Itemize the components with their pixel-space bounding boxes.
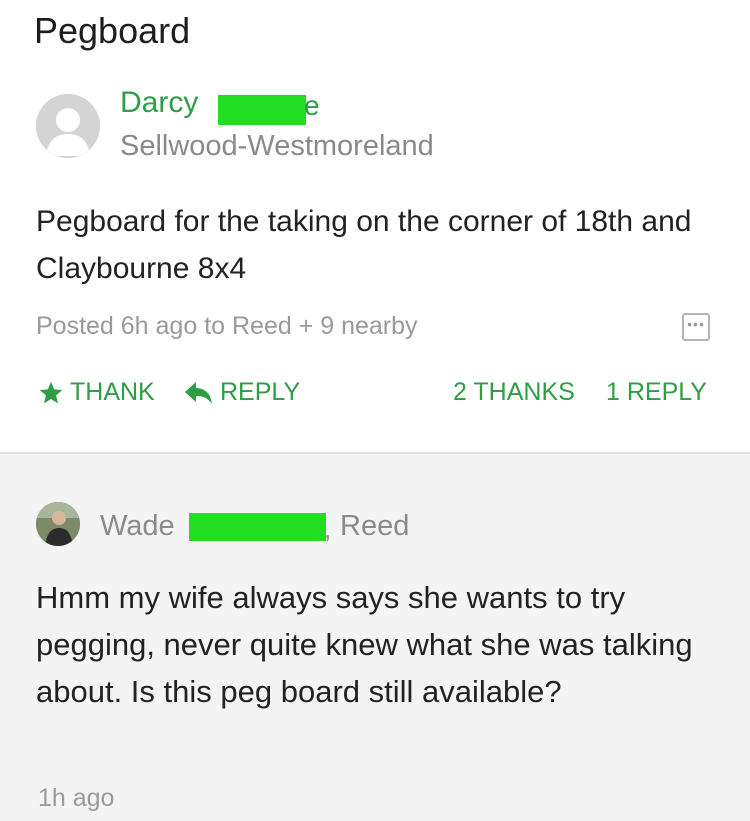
post-actions: THANK REPLY 2 THANKS 1 REPLY	[0, 378, 750, 418]
page-title: Pegboard	[34, 10, 191, 51]
reply-author-separator: ,	[324, 514, 332, 544]
post-author-name[interactable]: Darcy	[120, 86, 198, 120]
reply-card: Wade , Reed Hmm my wife always says she …	[0, 454, 750, 821]
post-neighborhood[interactable]: Sellwood-Westmoreland	[120, 130, 434, 163]
reply-body: Hmm my wife always says she wants to try…	[36, 580, 693, 709]
default-user-icon	[36, 94, 100, 158]
reply-timestamp: 1h ago	[38, 784, 115, 812]
more-options-button[interactable]: •••	[682, 313, 710, 341]
star-icon	[39, 381, 63, 403]
thank-button[interactable]: THANK	[38, 378, 155, 407]
author-avatar[interactable]	[36, 94, 100, 158]
user-photo-icon	[36, 502, 80, 546]
ellipsis-icon: •••	[687, 316, 705, 332]
thank-label: THANK	[70, 378, 155, 406]
replies-count-link[interactable]: 1 REPLY	[606, 378, 707, 407]
post-card: Pegboard Darcy e Sellwood-Westmoreland P…	[0, 0, 750, 452]
post-meta: Posted 6h ago to Reed + 9 nearby	[36, 312, 418, 340]
post-author-name-tail: e	[304, 90, 320, 121]
reply-neighborhood[interactable]: Reed	[340, 510, 409, 543]
thanks-count-link[interactable]: 2 THANKS	[453, 378, 575, 407]
reply-arrow-icon	[185, 381, 212, 404]
reply-author-avatar[interactable]	[36, 502, 80, 546]
post-body: Pegboard for the taking on the corner of…	[36, 205, 692, 285]
name-redaction	[218, 95, 306, 125]
reply-author-name[interactable]: Wade	[100, 510, 175, 543]
reply-label: REPLY	[220, 378, 301, 406]
reply-button[interactable]: REPLY	[184, 378, 300, 407]
name-redaction	[189, 513, 326, 541]
